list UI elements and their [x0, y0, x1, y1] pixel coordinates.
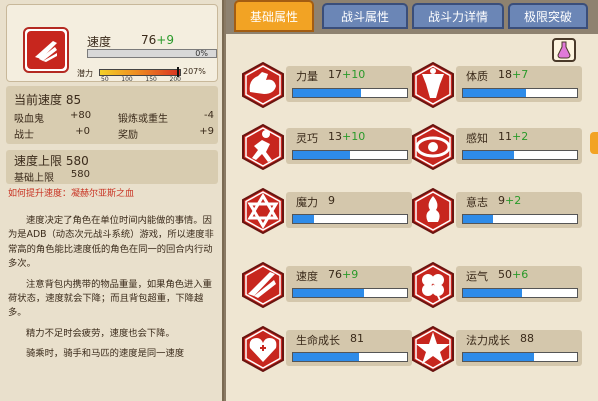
current-speed-section: 当前速度 85 吸血鬼 +80 锻炼或重生 -4 战士 +0 奖励 +9 — [6, 86, 218, 144]
attribute-bar-fill — [463, 215, 493, 223]
potential-label: 潜力 — [77, 69, 93, 78]
potential-pct: 207% — [183, 67, 206, 76]
speed-progress-pct: 0% — [195, 49, 208, 58]
attribute-card[interactable]: 灵巧 13+10 — [240, 120, 412, 178]
attribute-name: 力量 — [296, 70, 318, 83]
attribute-value: 88 — [520, 332, 534, 345]
tab-bar: 基础属性 战斗属性 战斗力详情 极限突破 — [226, 0, 598, 34]
eye-icon — [412, 124, 454, 170]
attribute-name: 感知 — [466, 132, 488, 145]
potential-row: 潜力 50 100 150 200 207% — [77, 67, 217, 83]
attribute-bar — [292, 288, 408, 298]
attribute-bar — [292, 214, 408, 224]
description-paragraph: 精力不足时会疲劳，速度也会下降。 — [26, 327, 175, 339]
potential-ticks: 50 100 150 200 — [101, 76, 181, 83]
description-paragraph: 注意背包内携带的物品重量，如果角色进入重荷状态，速度就会下降；而且背包超重，下降… — [8, 278, 212, 319]
attribute-card[interactable]: 力量 17+10 — [240, 58, 412, 116]
attribute-name: 速度 — [296, 270, 318, 283]
speed-wing-icon — [242, 262, 284, 308]
attribute-bar-fill — [463, 353, 534, 361]
attribute-bar-fill — [463, 151, 515, 159]
attribute-card[interactable]: 魔力 9 — [240, 184, 412, 242]
speed-cap-section: 速度上限 580 基础上限 580 — [6, 150, 218, 184]
side-pull-tab[interactable] — [590, 132, 598, 154]
attribute-value: 18+7 — [498, 68, 529, 81]
tab-limit-break[interactable]: 极限突破 — [508, 3, 588, 29]
body-torso-icon — [412, 62, 454, 108]
attribute-bar-fill — [463, 89, 526, 97]
description-paragraph: 骑乘时，骑手和马匹的速度是同一速度 — [26, 348, 185, 360]
potential-bar — [99, 69, 181, 76]
hexagram-icon — [242, 188, 284, 234]
attribute-bar — [462, 214, 578, 224]
running-man-icon — [242, 124, 284, 170]
attribute-bar — [462, 88, 578, 98]
attribute-detail-panel: 速度 76+9 0% 潜力 50 100 150 200 207% 当前速度 8… — [0, 0, 224, 401]
attribute-card[interactable]: 速度 76+9 — [240, 258, 412, 316]
attribute-value: 81 — [350, 332, 364, 345]
howto-link[interactable]: 凝赫尔亚斯之血 — [71, 189, 134, 199]
modifier-row: 吸血鬼 +80 — [14, 110, 92, 125]
attribute-value: 13+10 — [328, 130, 366, 143]
speed-value: 76+9 — [141, 33, 174, 47]
attribute-card[interactable]: 法力成长 88 — [410, 322, 582, 380]
potential-tick: 100 — [121, 76, 133, 83]
attribute-value: 9+2 — [498, 194, 522, 207]
muscle-arm-icon — [242, 62, 284, 108]
attribute-name: 意志 — [466, 196, 488, 209]
attribute-bar — [462, 150, 578, 160]
tab-basic-attributes[interactable]: 基础属性 — [234, 0, 314, 32]
attribute-card[interactable]: 感知 11+2 — [410, 120, 582, 178]
attribute-bar-fill — [293, 89, 362, 97]
attribute-card[interactable]: 生命成长 81 — [240, 322, 412, 380]
attribute-name: 生命成长 — [296, 334, 340, 347]
attribute-name: 魔力 — [296, 196, 318, 209]
attribute-card[interactable]: 运气 50+6 — [410, 258, 582, 316]
modifier-row: 奖励 +9 — [118, 126, 214, 141]
potential-tick: 200 — [169, 76, 181, 83]
cap-base-row: 基础上限 580 — [14, 169, 90, 184]
attribute-bar — [462, 288, 578, 298]
clover-icon — [412, 262, 454, 308]
star-burst-icon — [412, 326, 454, 372]
attribute-bar-fill — [293, 353, 360, 361]
attributes-panel: 基础属性 战斗属性 战斗力详情 极限突破 力量 17+10 体质 18+7 灵巧 13+1… — [226, 0, 598, 401]
modifier-row: 战士 +0 — [14, 126, 90, 141]
attribute-bar-fill — [463, 289, 523, 297]
attribute-bar-fill — [293, 151, 350, 159]
attribute-bar-fill — [293, 215, 314, 223]
heart-plus-icon — [242, 326, 284, 372]
attribute-name: 法力成长 — [466, 334, 510, 347]
potential-tick: 50 — [101, 76, 109, 83]
attribute-bar-fill — [293, 289, 364, 297]
description-paragraph: 速度决定了角色在单位时间内能做的事情。因为是ADB（动态次元战斗系统）游戏，所以… — [8, 215, 214, 270]
potential-tick: 150 — [145, 76, 157, 83]
attribute-bar — [462, 352, 578, 362]
attribute-card[interactable]: 体质 18+7 — [410, 58, 582, 116]
modifier-row: 锻炼或重生 -4 — [118, 110, 214, 125]
current-speed-title: 当前速度 85 — [14, 93, 82, 107]
attribute-card[interactable]: 意志 9+2 — [410, 184, 582, 242]
speed-progress-bar: 0% — [87, 49, 217, 58]
attribute-bar — [292, 88, 408, 98]
speed-description: 速度决定了角色在单位时间内能做的事情。因为是ADB（动态次元战斗系统）游戏，所以… — [8, 214, 216, 368]
speed-wing-icon — [23, 27, 69, 73]
flame-head-icon — [412, 188, 454, 234]
attribute-value: 17+10 — [328, 68, 366, 81]
speed-label: 速度 — [87, 35, 112, 49]
attribute-name: 体质 — [466, 70, 488, 83]
attribute-value: 76+9 — [328, 268, 359, 281]
tab-combat-power-detail[interactable]: 战斗力详情 — [412, 3, 504, 29]
attribute-value: 9 — [328, 194, 335, 207]
attribute-name: 灵巧 — [296, 132, 318, 145]
attribute-bar — [292, 352, 408, 362]
attribute-value: 50+6 — [498, 268, 529, 281]
speed-header: 速度 76+9 0% 潜力 50 100 150 200 207% — [6, 4, 218, 83]
attribute-value: 11+2 — [498, 130, 529, 143]
speed-cap-title: 速度上限 580 — [14, 154, 89, 168]
tab-combat-attributes[interactable]: 战斗属性 — [322, 3, 408, 29]
attribute-bar — [292, 150, 408, 160]
howto-improve: 如何提升速度：凝赫尔亚斯之血 — [8, 189, 135, 199]
attribute-name: 运气 — [466, 270, 488, 283]
